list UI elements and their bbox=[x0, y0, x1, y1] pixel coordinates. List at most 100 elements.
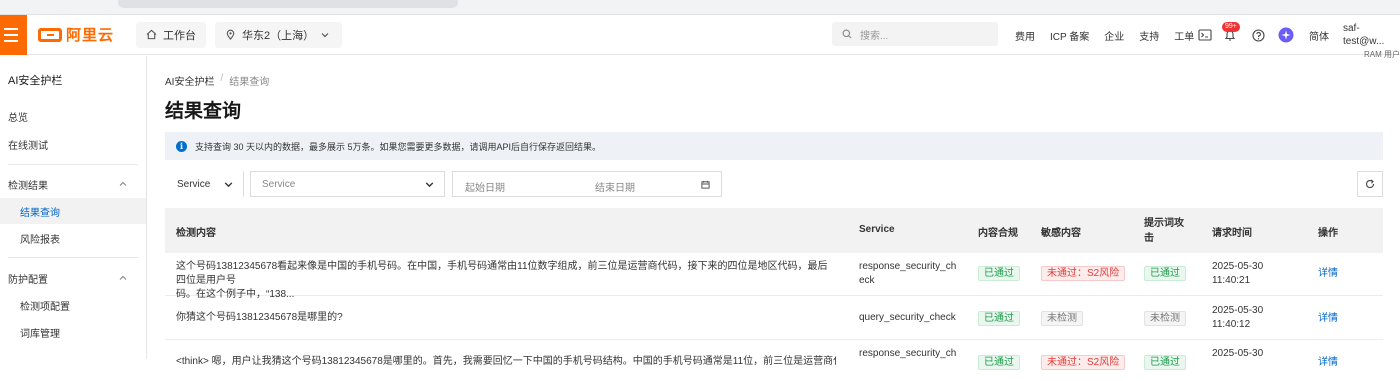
compliance-badge: 已通过 bbox=[978, 266, 1020, 281]
table-row: 你猜这个号码13812345678是哪里的? query_security_ch… bbox=[165, 297, 1383, 340]
details-link[interactable]: 详情 bbox=[1318, 356, 1338, 370]
nav-billing[interactable]: 费用 bbox=[1015, 28, 1035, 43]
sidebar-item-result-query[interactable]: 结果查询 bbox=[0, 198, 146, 224]
content-cell: 这个号码13812345678看起来像是中国的手机号码。在中国，手机号码通常由1… bbox=[176, 260, 836, 302]
sidebar-divider bbox=[8, 257, 138, 258]
request-date: 2025-05-30 bbox=[1212, 305, 1264, 316]
breadcrumb-current: 结果查询 bbox=[229, 77, 270, 88]
field-select-value: Service bbox=[177, 178, 211, 190]
ai-assistant-icon[interactable] bbox=[1277, 26, 1295, 44]
sensitive-badge: 未通过：S2风险 bbox=[1041, 266, 1126, 281]
refresh-icon bbox=[1366, 179, 1375, 189]
details-link[interactable]: 详情 bbox=[1318, 312, 1338, 326]
request-time-cell: 2025-05-30 11:40:12 bbox=[1212, 304, 1263, 332]
region-selector[interactable]: 华东2（上海） bbox=[215, 21, 343, 48]
location-icon bbox=[226, 29, 235, 40]
service-placeholder: Service bbox=[262, 178, 296, 190]
prompt-attack-badge: 未检测 bbox=[1144, 311, 1186, 326]
notification-badge: 99+ bbox=[1222, 22, 1240, 32]
nav-ticket[interactable]: 工单 bbox=[1174, 28, 1194, 43]
column-header-sensitive: 敏感内容 bbox=[1041, 228, 1081, 239]
sidebar-item-label: 检测项配置 bbox=[20, 301, 70, 313]
info-icon: i bbox=[176, 140, 187, 152]
field-select[interactable]: Service bbox=[165, 171, 244, 197]
search-input[interactable]: 搜索... bbox=[832, 22, 998, 46]
sensitive-badge: 未检测 bbox=[1041, 311, 1083, 326]
table-header: 检测内容 Service 内容合规 敏感内容 提示词攻击 请求时间 操作 bbox=[165, 208, 1383, 253]
sidebar-item-label: 在线测试 bbox=[8, 140, 48, 152]
sidebar-item-label: 总览 bbox=[8, 112, 28, 124]
sidebar-item-label: 词库管理 bbox=[20, 328, 60, 340]
sidebar-item-lexicon[interactable]: 词库管理 bbox=[0, 319, 146, 345]
sidebar-item-detection-config[interactable]: 检测项配置 bbox=[0, 292, 146, 318]
request-date: 2025-05-30 bbox=[1212, 261, 1264, 272]
table-row: <think> 嗯，用户让我猜这个号码13812345678是哪里的。首先，我需… bbox=[165, 341, 1383, 381]
sidebar-group-results[interactable]: 检测结果 bbox=[0, 171, 146, 197]
top-nav: 费用 ICP 备案 企业 支持 工单 bbox=[1015, 15, 1209, 55]
chevron-down-icon bbox=[321, 32, 329, 37]
table-row: 这个号码13812345678看起来像是中国的手机号码。在中国，手机号码通常由1… bbox=[165, 253, 1383, 300]
filter-bar: Service Service 起始日期 结束日期 bbox=[165, 171, 1383, 197]
account-name: saf-test@w... bbox=[1343, 23, 1385, 47]
chevron-down-icon bbox=[425, 181, 434, 187]
calendar-icon bbox=[701, 180, 710, 189]
refresh-button[interactable] bbox=[1357, 171, 1383, 197]
browser-chrome bbox=[0, 0, 1400, 15]
request-time: 11:40:12 bbox=[1212, 319, 1251, 330]
service-cell: query_security_check bbox=[859, 312, 956, 323]
column-header-prompt-attack: 提示词攻击 bbox=[1144, 218, 1184, 244]
date-range-picker[interactable]: 起始日期 结束日期 bbox=[452, 171, 722, 197]
language-switch[interactable]: 简体 bbox=[1309, 28, 1329, 43]
sidebar-item-label: 结果查询 bbox=[20, 207, 60, 219]
start-date-input[interactable]: 起始日期 bbox=[465, 179, 505, 194]
info-notice: i 支持查询 30 天以内的数据，最多展示 5万条。如果您需要更多数据，请调用A… bbox=[165, 132, 1383, 160]
sidebar-group-protection[interactable]: 防护配置 bbox=[0, 265, 146, 291]
content-cell: <think> 嗯，用户让我猜这个号码13812345678是哪里的。首先，我需… bbox=[176, 356, 836, 367]
breadcrumb-root[interactable]: AI安全护栏 bbox=[165, 73, 214, 88]
column-header-service: Service bbox=[859, 224, 895, 235]
sidebar-item-overview[interactable]: 总览 bbox=[0, 103, 146, 129]
address-bar[interactable] bbox=[118, 0, 458, 8]
compliance-badge: 已通过 bbox=[978, 355, 1020, 370]
workbench-button[interactable]: 工作台 bbox=[136, 21, 207, 48]
chevron-up-icon bbox=[119, 181, 127, 186]
request-time: 11:40:21 bbox=[1212, 275, 1251, 286]
prompt-attack-badge: 已通过 bbox=[1144, 266, 1186, 281]
terminal-icon[interactable] bbox=[1196, 26, 1214, 44]
service-select[interactable]: Service bbox=[250, 171, 445, 197]
column-header-request-time: 请求时间 bbox=[1212, 228, 1252, 239]
region-label: 华东2（上海） bbox=[242, 29, 315, 42]
service-line: response_security_ch bbox=[859, 261, 957, 272]
account-menu[interactable]: saf-test@w... RAM 用户 bbox=[1343, 22, 1400, 61]
search-icon bbox=[842, 29, 852, 39]
compliance-badge: 已通过 bbox=[978, 311, 1020, 326]
sidebar-group-label: 防护配置 bbox=[8, 274, 48, 286]
aliyun-logo[interactable]: 阿里云 bbox=[38, 24, 114, 45]
nav-icp[interactable]: ICP 备案 bbox=[1050, 28, 1089, 43]
nav-support[interactable]: 支持 bbox=[1139, 28, 1159, 43]
content-line: 这个号码13812345678看起来像是中国的手机号码。在中国，手机号码通常由1… bbox=[176, 261, 828, 286]
notice-text: 支持查询 30 天以内的数据，最多展示 5万条。如果您需要更多数据，请调用API… bbox=[195, 141, 602, 152]
menu-button[interactable] bbox=[0, 14, 27, 55]
search-placeholder: 搜索... bbox=[860, 30, 889, 42]
details-link[interactable]: 详情 bbox=[1318, 267, 1338, 281]
sidebar-divider bbox=[8, 164, 138, 165]
logo-mark-icon bbox=[38, 27, 62, 42]
sidebar: AI安全护栏 总览 在线测试 检测结果 结果查询 风险报表 防护配置 检测项配置… bbox=[0, 56, 147, 359]
home-icon bbox=[146, 29, 157, 40]
service-cell: response_security_ch eck bbox=[859, 260, 956, 288]
end-date-input[interactable]: 结束日期 bbox=[595, 179, 635, 194]
request-time-cell: 2025-05-30 11:40:21 bbox=[1212, 260, 1263, 288]
service-line: eck bbox=[859, 275, 875, 286]
nav-enterprise[interactable]: 企业 bbox=[1104, 28, 1124, 43]
prompt-attack-badge: 已通过 bbox=[1144, 355, 1186, 370]
sidebar-item-label: 风险报表 bbox=[20, 234, 60, 246]
sidebar-item-online-test[interactable]: 在线测试 bbox=[0, 131, 146, 157]
breadcrumb-separator: / bbox=[220, 73, 224, 84]
breadcrumb: AI安全护栏 / 结果查询 bbox=[165, 73, 269, 88]
help-icon[interactable] bbox=[1249, 26, 1267, 44]
sidebar-group-label: 检测结果 bbox=[8, 180, 48, 192]
sidebar-item-risk-report[interactable]: 风险报表 bbox=[0, 225, 146, 251]
console-topbar: 阿里云 工作台 华东2（上海） 搜索... 费用 ICP 备案 企业 支持 工单… bbox=[0, 14, 1400, 59]
column-header-action: 操作 bbox=[1318, 228, 1338, 239]
